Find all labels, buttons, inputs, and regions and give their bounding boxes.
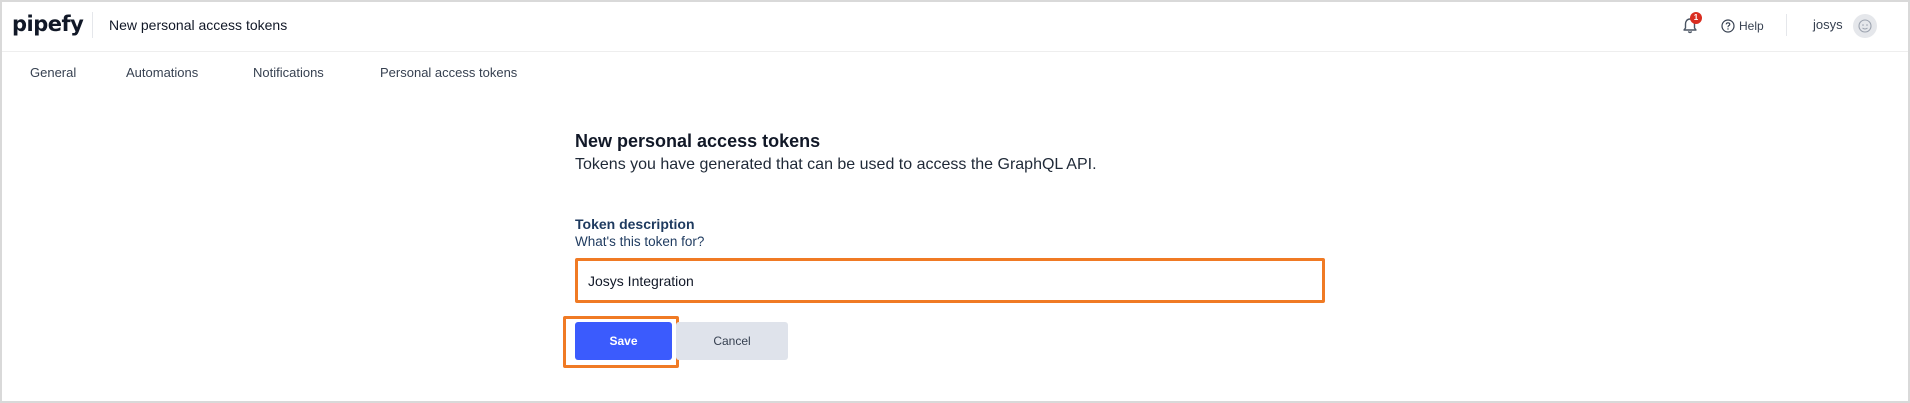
input-highlight-outline	[575, 258, 1325, 303]
help-link[interactable]: Help	[1721, 17, 1764, 35]
page-subtitle: Tokens you have generated that can be us…	[575, 156, 1097, 173]
notification-badge: 1	[1690, 12, 1702, 24]
cancel-button[interactable]: Cancel	[676, 322, 788, 360]
help-label: Help	[1739, 19, 1764, 33]
tab-personal-access-tokens[interactable]: Personal access tokens	[380, 65, 517, 80]
user-name[interactable]: josys	[1813, 17, 1843, 32]
pipefy-logo[interactable]: pipefy	[12, 12, 84, 36]
page-title: New personal access tokens	[575, 131, 821, 151]
header-page-title: New personal access tokens	[109, 17, 288, 33]
header-divider-right	[1786, 14, 1787, 36]
tab-automations[interactable]: Automations	[126, 65, 198, 80]
tab-general[interactable]: General	[30, 65, 76, 80]
top-header: pipefy New personal access tokens 1 Help…	[2, 2, 1908, 52]
question-circle-icon	[1721, 19, 1735, 33]
tab-notifications[interactable]: Notifications	[253, 65, 324, 80]
app-window: pipefy New personal access tokens 1 Help…	[0, 0, 1910, 403]
token-form: New personal access tokens Tokens you ha…	[563, 130, 1335, 368]
user-avatar-icon[interactable]	[1853, 14, 1877, 38]
token-description-input[interactable]	[582, 264, 1318, 297]
token-description-help: What's this token for?	[575, 234, 705, 249]
header-divider	[92, 12, 93, 38]
token-description-label: Token description	[575, 216, 695, 232]
settings-nav: General Automations Notifications Person…	[2, 54, 1908, 94]
save-button[interactable]: Save	[575, 322, 672, 360]
